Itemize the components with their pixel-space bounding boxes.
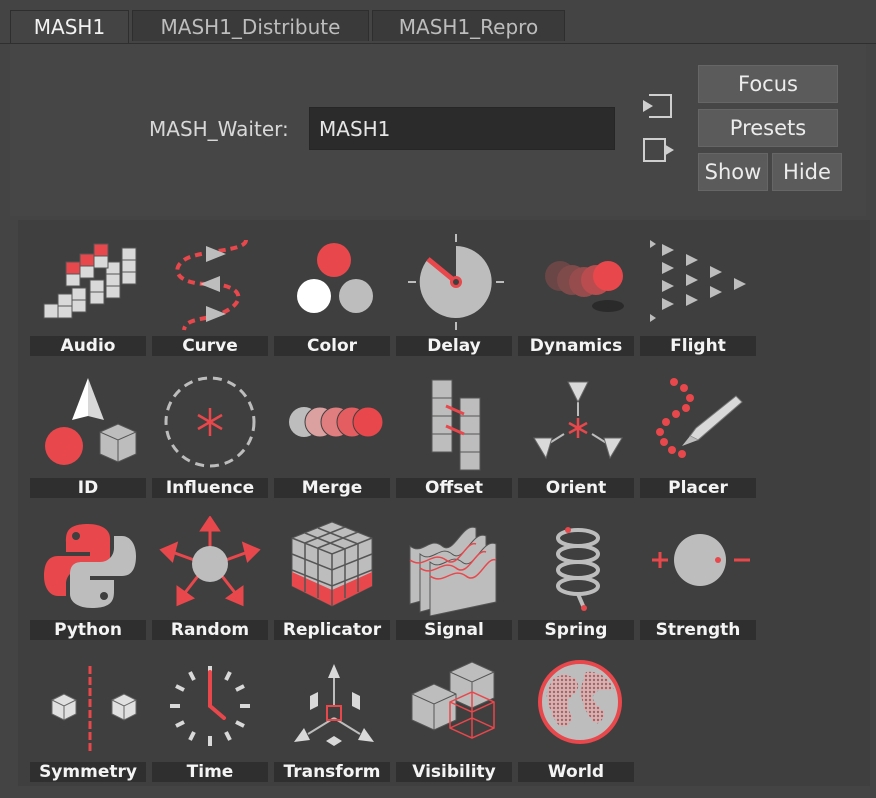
- node-dynamics[interactable]: Dynamics: [518, 228, 634, 356]
- influence-icon: [164, 376, 256, 468]
- signal-icon: [409, 526, 497, 616]
- node-label: Delay: [396, 336, 512, 356]
- random-icon: [159, 516, 261, 607]
- hide-button[interactable]: Hide: [772, 153, 842, 191]
- node-label: Replicator: [274, 620, 390, 640]
- node-transform[interactable]: Transform: [274, 654, 390, 782]
- merge-icon: [289, 406, 384, 438]
- id-icon: [45, 378, 137, 465]
- node-label: Offset: [396, 478, 512, 498]
- node-label: Signal: [396, 620, 512, 640]
- output-connect-icon[interactable]: [640, 134, 674, 164]
- flight-icon: [650, 240, 746, 322]
- node-label: Visibility: [396, 762, 512, 782]
- node-label: Dynamics: [518, 336, 634, 356]
- node-label: Random: [152, 620, 268, 640]
- node-id[interactable]: ID: [30, 370, 146, 498]
- node-label: ID: [30, 478, 146, 498]
- node-offset[interactable]: Offset: [396, 370, 512, 498]
- python-icon: [44, 524, 136, 608]
- strength-icon: [652, 534, 750, 586]
- spring-icon: [556, 527, 600, 611]
- node-strength[interactable]: Strength: [640, 512, 756, 640]
- node-label: Merge: [274, 478, 390, 498]
- node-world[interactable]: World: [518, 654, 634, 782]
- node-color[interactable]: Color: [274, 228, 390, 356]
- node-label: Python: [30, 620, 146, 640]
- node-label: Color: [274, 336, 390, 356]
- replicator-icon: [291, 521, 373, 607]
- show-button[interactable]: Show: [698, 153, 768, 191]
- node-audio[interactable]: Audio: [30, 228, 146, 356]
- node-label: Spring: [518, 620, 634, 640]
- node-influence[interactable]: Influence: [152, 370, 268, 498]
- tab-bar: MASH1 MASH1_Distribute MASH1_Repro: [10, 10, 568, 44]
- node-flight[interactable]: Flight: [640, 228, 756, 356]
- node-label: Transform: [274, 762, 390, 782]
- node-label: Curve: [152, 336, 268, 356]
- color-icon: [297, 243, 373, 313]
- node-label: Strength: [640, 620, 756, 640]
- input-connect-icon[interactable]: [640, 90, 674, 120]
- node-label: Time: [152, 762, 268, 782]
- tab-mash1[interactable]: MASH1: [10, 10, 129, 44]
- tab-mash1-repro[interactable]: MASH1_Repro: [372, 10, 565, 41]
- curve-icon: [175, 239, 248, 331]
- symmetry-icon: [51, 666, 137, 754]
- node-label: Placer: [640, 478, 756, 498]
- audio-icon: [43, 243, 137, 319]
- transform-icon: [294, 664, 374, 746]
- node-label: Orient: [518, 478, 634, 498]
- waiter-name-field[interactable]: MASH1: [309, 107, 615, 150]
- node-visibility[interactable]: Visibility: [396, 654, 512, 782]
- node-spring[interactable]: Spring: [518, 512, 634, 640]
- node-symmetry[interactable]: Symmetry: [30, 654, 146, 782]
- dynamics-icon: [545, 261, 624, 312]
- focus-button[interactable]: Focus: [698, 65, 838, 103]
- node-label: Flight: [640, 336, 756, 356]
- orient-icon: [533, 381, 623, 460]
- node-merge[interactable]: Merge: [274, 370, 390, 498]
- node-time[interactable]: Time: [152, 654, 268, 782]
- node-placer[interactable]: Placer: [640, 370, 756, 498]
- node-orient[interactable]: Orient: [518, 370, 634, 498]
- presets-button[interactable]: Presets: [698, 109, 838, 147]
- delay-icon: [408, 234, 504, 330]
- node-signal[interactable]: Signal: [396, 512, 512, 640]
- node-label: Symmetry: [30, 762, 146, 782]
- node-grid: Audio Curve Color Delay Dynamics Flight …: [18, 220, 870, 786]
- placer-icon: [656, 378, 743, 458]
- visibility-icon: [411, 661, 495, 739]
- node-random[interactable]: Random: [152, 512, 268, 640]
- offset-icon: [431, 379, 481, 471]
- node-label: World: [518, 762, 634, 782]
- node-curve[interactable]: Curve: [152, 228, 268, 356]
- node-python[interactable]: Python: [30, 512, 146, 640]
- tab-mash1-distribute[interactable]: MASH1_Distribute: [132, 10, 369, 41]
- world-icon: [538, 660, 622, 744]
- waiter-label: MASH_Waiter:: [149, 117, 289, 141]
- time-icon: [170, 666, 250, 746]
- node-label: Influence: [152, 478, 268, 498]
- node-replicator[interactable]: Replicator: [274, 512, 390, 640]
- node-label: Audio: [30, 336, 146, 356]
- node-delay[interactable]: Delay: [396, 228, 512, 356]
